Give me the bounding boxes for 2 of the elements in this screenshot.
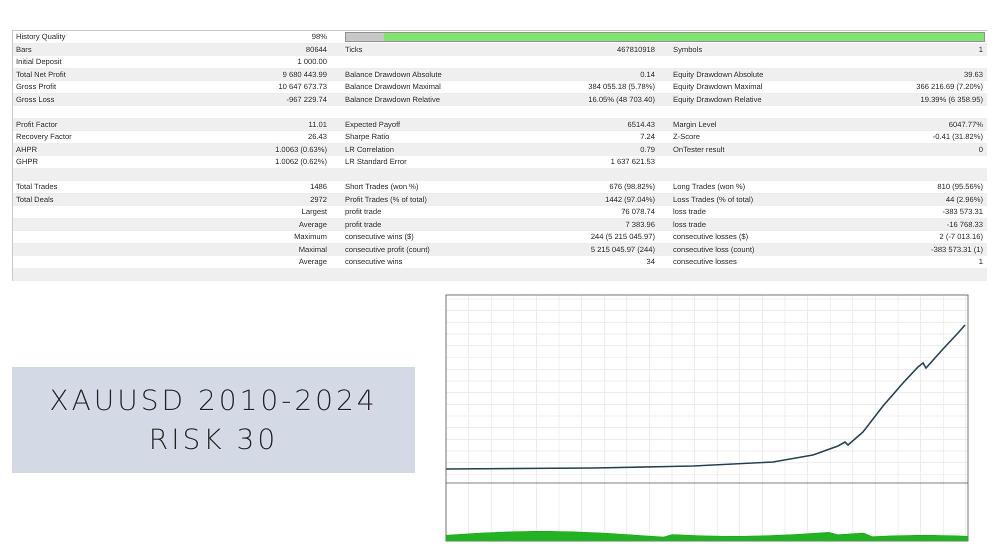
caption-text: XAUUSD 2010-2024 <box>49 384 378 417</box>
caption-text: RISK 30 <box>148 423 278 456</box>
